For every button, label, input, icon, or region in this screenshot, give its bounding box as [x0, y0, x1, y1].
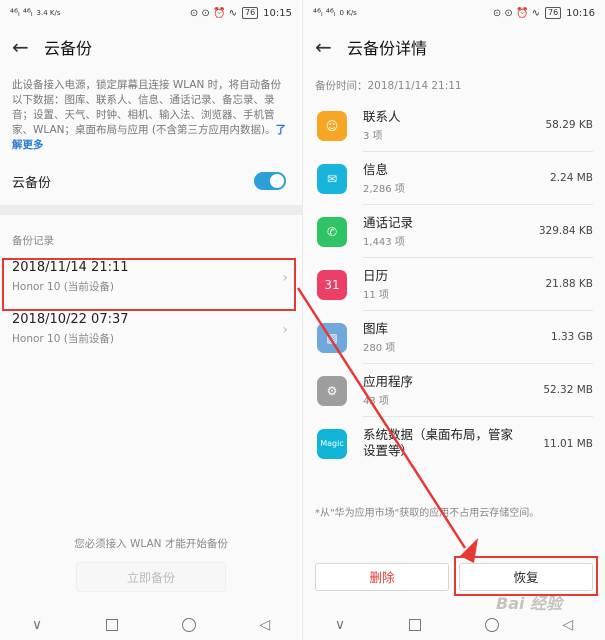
navigation-bar: ∨ ◁ [0, 610, 302, 640]
gallery-icon: ▨ [317, 322, 347, 353]
app-bar: ← 云备份 [0, 26, 302, 68]
backup-now-button[interactable]: 立即备份 [76, 562, 226, 592]
item-size: 58.29 KB [545, 119, 594, 131]
phone-icon: ✆ [317, 216, 347, 247]
messages-icon: ✉ [317, 163, 347, 194]
app-bar: ← 云备份详情 [303, 26, 605, 68]
network-speed: 3.4 K/s [36, 9, 61, 17]
item-name: 系统数据（桌面布局，管家设置等） [363, 426, 514, 458]
signal-icon: ⁴⁶ₗ ⁴⁶ₗ [10, 7, 33, 19]
contacts-icon: ☺ [317, 110, 347, 141]
delete-button[interactable]: 删除 [315, 563, 449, 591]
wlan-notice: 您必须接入 WLAN 才能开始备份 [74, 538, 228, 550]
item-count: 43 项 [363, 395, 389, 407]
status-icons: ⊙ ⊙ ⏰ ∿ [492, 7, 540, 19]
magic-icon: Magic [317, 428, 347, 459]
list-item: ✆ 通话记录 1,443 项 329.84 KB [303, 205, 605, 258]
backup-items-list: ☺ 联系人 3 项 58.29 KB ✉ 信息 2,286 项 2.24 MB … [303, 99, 605, 470]
cloud-backup-toggle-row[interactable]: 云备份 [0, 159, 302, 203]
item-count: 2,286 项 [363, 183, 405, 195]
calendar-icon: 31 [317, 269, 347, 300]
recent-apps-icon[interactable] [105, 619, 118, 631]
item-count: 280 项 [363, 342, 396, 354]
page-title: 云备份详情 [347, 39, 428, 58]
cloud-backup-screen: ⁴⁶ₗ ⁴⁶ₗ 3.4 K/s ⊙ ⊙ ⏰ ∿ 76 10:15 ← 云备份 此… [0, 0, 302, 640]
record-device: Honor 10 (当前设备) [12, 333, 114, 345]
item-size: 11.01 MB [543, 437, 593, 450]
home-icon[interactable] [484, 618, 499, 632]
list-item: Magic 系统数据（桌面布局，管家设置等） 11.01 MB [303, 417, 605, 470]
signal-icon: ⁴⁶ₗ ⁴⁶ₗ [313, 7, 336, 19]
list-item: ⚙ 应用程序 43 项 52.32 MB [303, 364, 605, 417]
android-icon: ⚙ [317, 375, 347, 406]
battery-icon: 76 [241, 7, 259, 19]
back-arrow-icon[interactable]: ← [315, 35, 347, 59]
nav-back-icon[interactable]: ◁ [259, 617, 270, 633]
item-size: 2.24 MB [550, 172, 593, 184]
cloud-backup-switch[interactable] [254, 172, 286, 190]
watermark: Bai 经验 [496, 594, 563, 613]
status-icons: ⊙ ⊙ ⏰ ∿ [189, 7, 237, 19]
nav-down-icon[interactable]: ∨ [32, 617, 42, 633]
clock: 10:16 [566, 7, 595, 19]
item-count: 1,443 项 [363, 236, 405, 248]
list-item: ✉ 信息 2,286 项 2.24 MB [303, 152, 605, 205]
list-item: 31 日历 11 项 21.88 KB [303, 258, 605, 311]
item-size: 329.84 KB [538, 225, 593, 237]
item-name: 图库 [363, 320, 389, 336]
description-text: 此设备接入电源，锁定屏幕且连接 WLAN 时，将自动备份以下数据：图库、联系人、… [12, 79, 282, 136]
back-arrow-icon[interactable]: ← [12, 35, 44, 59]
highlight-box [2, 258, 296, 311]
backup-time: 备份时间：2018/11/14 21:11 [315, 80, 462, 92]
chevron-right-icon: › [282, 322, 288, 338]
backup-record-row[interactable]: 2018/10/22 07:37 Honor 10 (当前设备) › [0, 304, 302, 356]
records-section-label: 备份记录 [12, 235, 54, 247]
page-title: 云备份 [44, 39, 93, 58]
storage-footnote: *从"华为应用市场"获取的应用不占用云存储空间。 [315, 508, 540, 519]
item-count: 3 项 [363, 130, 383, 142]
clock: 10:15 [263, 7, 292, 19]
item-name: 信息 [363, 161, 389, 177]
nav-down-icon[interactable]: ∨ [335, 617, 345, 633]
toggle-label: 云备份 [12, 175, 52, 191]
record-date: 2018/10/22 07:37 [12, 312, 129, 327]
nav-back-icon[interactable]: ◁ [562, 617, 573, 633]
item-size: 21.88 KB [545, 278, 594, 290]
recent-apps-icon[interactable] [408, 619, 421, 631]
item-name: 通话记录 [363, 214, 414, 230]
item-name: 日历 [363, 267, 389, 283]
divider [0, 205, 302, 215]
home-icon[interactable] [181, 618, 196, 632]
item-size: 52.32 MB [543, 384, 593, 396]
battery-icon: 76 [544, 7, 562, 19]
list-item: ▨ 图库 280 项 1.33 GB [303, 311, 605, 364]
network-speed: 0 K/s [339, 9, 357, 17]
item-count: 11 项 [363, 289, 389, 301]
backup-description: 此设备接入电源，锁定屏幕且连接 WLAN 时，将自动备份以下数据：图库、联系人、… [0, 68, 302, 153]
backup-details-screen: ⁴⁶ₗ ⁴⁶ₗ 0 K/s ⊙ ⊙ ⏰ ∿ 76 10:16 ← 云备份详情 备… [303, 0, 605, 640]
status-bar: ⁴⁶ₗ ⁴⁶ₗ 0 K/s ⊙ ⊙ ⏰ ∿ 76 10:16 [303, 0, 605, 26]
item-size: 1.33 GB [550, 331, 593, 343]
status-bar: ⁴⁶ₗ ⁴⁶ₗ 3.4 K/s ⊙ ⊙ ⏰ ∿ 76 10:15 [0, 0, 302, 26]
list-item: ☺ 联系人 3 项 58.29 KB [303, 99, 605, 152]
navigation-bar: ∨ ◁ [303, 610, 605, 640]
item-name: 应用程序 [363, 373, 414, 389]
item-name: 联系人 [363, 108, 401, 124]
